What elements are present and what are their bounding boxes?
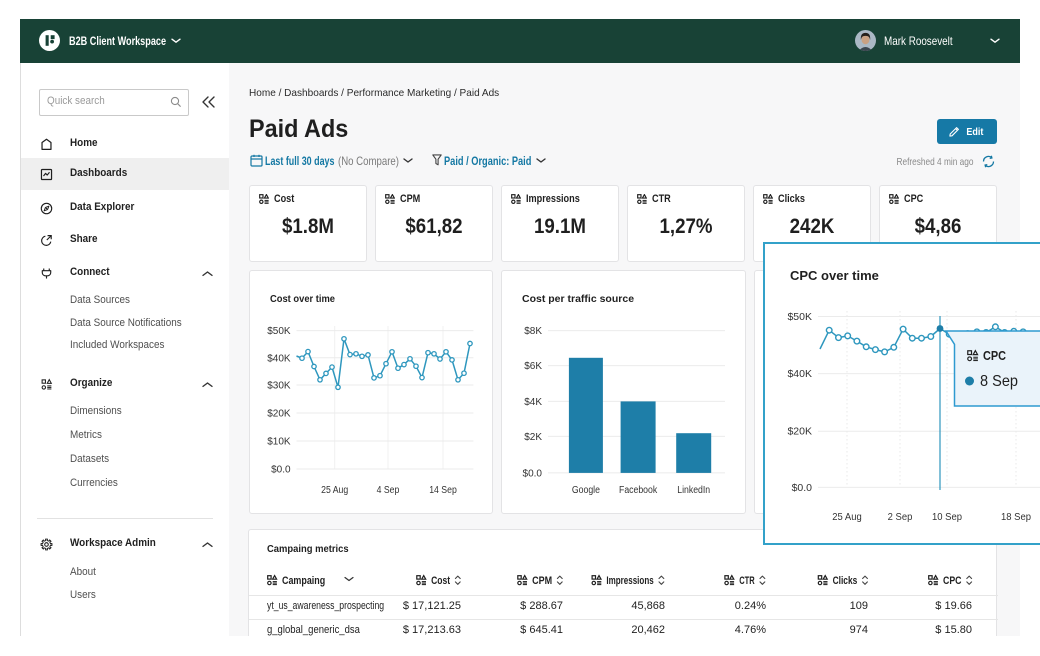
svg-text:$50K: $50K (787, 311, 812, 323)
svg-text:Facebook: Facebook (619, 485, 658, 496)
svg-text:10 Sep: 10 Sep (932, 511, 962, 523)
svg-text:CPC: CPC (943, 575, 962, 587)
svg-text:25 Aug: 25 Aug (321, 485, 348, 496)
svg-text:Campaing: Campaing (282, 575, 325, 587)
svg-text:2 Sep: 2 Sep (888, 511, 913, 523)
svg-text:$0.0: $0.0 (523, 468, 543, 479)
svg-text:Clicks: Clicks (833, 575, 858, 587)
svg-text:CPM: CPM (532, 575, 552, 587)
svg-text:CTR: CTR (739, 575, 755, 587)
svg-text:$2K: $2K (524, 432, 542, 443)
svg-text:4 Sep: 4 Sep (377, 485, 400, 496)
svg-text:$50K: $50K (267, 326, 291, 337)
svg-text:14 Sep: 14 Sep (429, 485, 457, 496)
svg-text:$4K: $4K (524, 397, 542, 408)
svg-text:$40K: $40K (787, 368, 812, 380)
svg-text:$40K: $40K (267, 353, 291, 364)
svg-text:LinkedIn: LinkedIn (677, 485, 710, 496)
svg-text:18 Sep: 18 Sep (1001, 511, 1031, 523)
svg-text:CPC: CPC (983, 348, 1007, 363)
svg-text:Cost: Cost (431, 575, 450, 587)
svg-text:Cost over time: Cost over time (270, 293, 335, 305)
svg-text:$0.0: $0.0 (792, 482, 813, 494)
svg-text:$0.0: $0.0 (271, 465, 291, 476)
svg-text:Impressions: Impressions (606, 575, 653, 587)
svg-text:Cost per traffic source: Cost per traffic source (522, 293, 634, 305)
svg-text:$10K: $10K (267, 437, 291, 448)
svg-text:25 Aug: 25 Aug (832, 511, 862, 523)
svg-text:$8K: $8K (524, 326, 542, 337)
svg-text:$6K: $6K (524, 361, 542, 372)
svg-text:$30K: $30K (267, 381, 291, 392)
svg-text:$20K: $20K (267, 409, 291, 420)
svg-text:$20K: $20K (787, 426, 812, 438)
svg-text:8 Sep: 8 Sep (980, 373, 1018, 390)
svg-text:CPC over time: CPC over time (790, 268, 879, 283)
svg-text:Google: Google (572, 485, 600, 496)
